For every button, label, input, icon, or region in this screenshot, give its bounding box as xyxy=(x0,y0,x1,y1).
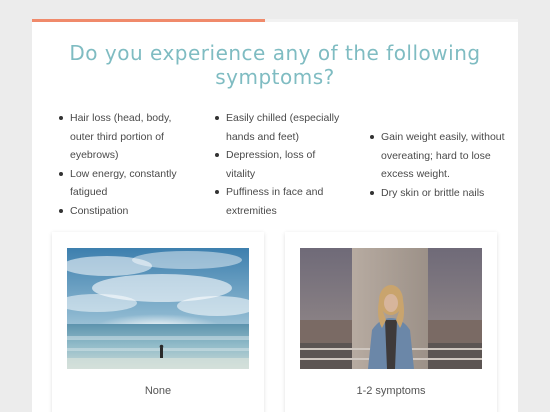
symptom-list-column-3: Gain weight easily, without overeating; … xyxy=(367,128,507,202)
quiz-card: Do you experience any of the following s… xyxy=(32,19,518,412)
symptom-list-column-1: Hair loss (head, body, outer third porti… xyxy=(56,109,196,220)
symptom-list-column-2: Easily chilled (especially hands and fee… xyxy=(212,109,347,220)
symptom-item: Hair loss (head, body, outer third porti… xyxy=(56,109,196,165)
beach-ocean-person-photo xyxy=(67,248,249,369)
symptom-item: Constipation xyxy=(56,202,196,221)
question-title: Do you experience any of the following s… xyxy=(69,41,481,89)
answer-option-1-2-symptoms[interactable]: 1-2 symptoms xyxy=(285,232,497,412)
progress-bar-fill xyxy=(32,19,266,22)
option-label: 1-2 symptoms xyxy=(356,385,426,397)
symptom-item: Gain weight easily, without overeating; … xyxy=(367,128,507,184)
symptom-item: Puffiness in face and extremities xyxy=(212,183,347,220)
symptom-item: Dry skin or brittle nails xyxy=(367,184,507,203)
symptom-item: Depression, loss of vitality xyxy=(212,146,347,183)
symptom-item: Low energy, constantly fatigued xyxy=(56,165,196,202)
symptom-item: Easily chilled (especially hands and fee… xyxy=(212,109,347,146)
progress-bar xyxy=(32,19,518,22)
option-label: None xyxy=(144,385,172,397)
woman-denim-jacket-portrait-photo xyxy=(300,248,482,369)
answer-option-none[interactable]: None xyxy=(52,232,264,412)
